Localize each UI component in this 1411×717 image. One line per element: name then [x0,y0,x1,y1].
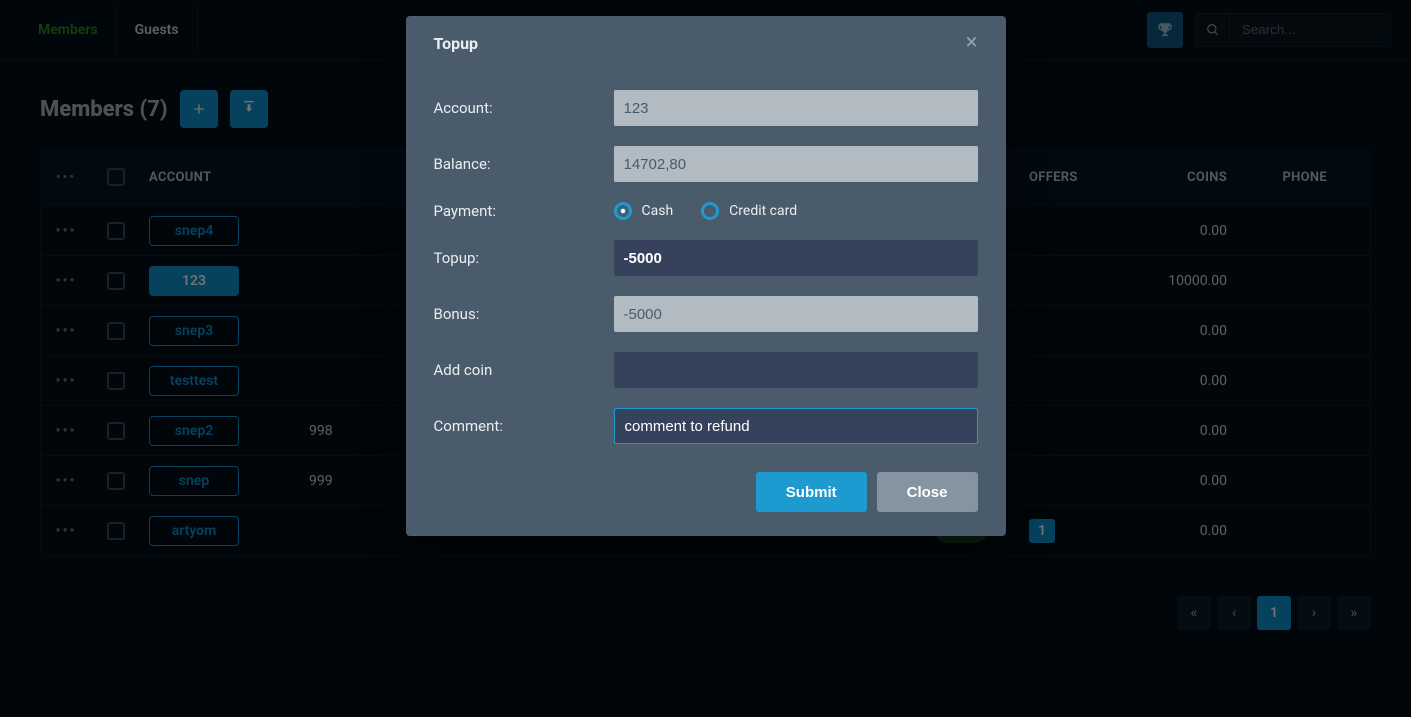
comment-input[interactable] [614,408,978,444]
modal-overlay[interactable]: Topup × Account: Balance: Payment: Cash [0,0,1411,717]
modal-actions: Submit Close [406,444,1006,512]
field-balance: Balance: [434,146,978,182]
label-addcoin: Add coin [434,361,614,379]
field-bonus: Bonus: [434,296,978,332]
field-comment: Comment: [434,408,978,444]
balance-input [614,146,978,182]
radio-cash[interactable]: Cash [614,202,674,220]
field-topup: Topup: [434,240,978,276]
radio-dot-icon [614,202,632,220]
payment-radios: Cash Credit card [614,202,978,220]
addcoin-input[interactable] [614,352,978,388]
label-bonus: Bonus: [434,305,614,323]
label-topup: Topup: [434,249,614,267]
radio-credit[interactable]: Credit card [701,202,797,220]
radio-cash-label: Cash [642,203,674,219]
topup-input[interactable] [614,240,978,276]
topup-modal: Topup × Account: Balance: Payment: Cash [406,16,1006,536]
label-payment: Payment: [434,202,614,220]
submit-button[interactable]: Submit [756,472,867,512]
label-account: Account: [434,99,614,117]
label-balance: Balance: [434,155,614,173]
field-addcoin: Add coin [434,352,978,388]
field-payment: Payment: Cash Credit card [434,202,978,220]
account-input [614,90,978,126]
close-button[interactable]: Close [877,472,978,512]
close-icon[interactable]: × [966,32,978,54]
label-comment: Comment: [434,417,614,435]
bonus-input [614,296,978,332]
radio-credit-label: Credit card [729,203,797,219]
modal-body: Account: Balance: Payment: Cash Credit c… [406,62,1006,444]
modal-title: Topup [434,34,479,53]
modal-header: Topup × [406,16,1006,62]
radio-ring-icon [701,202,719,220]
field-account: Account: [434,90,978,126]
